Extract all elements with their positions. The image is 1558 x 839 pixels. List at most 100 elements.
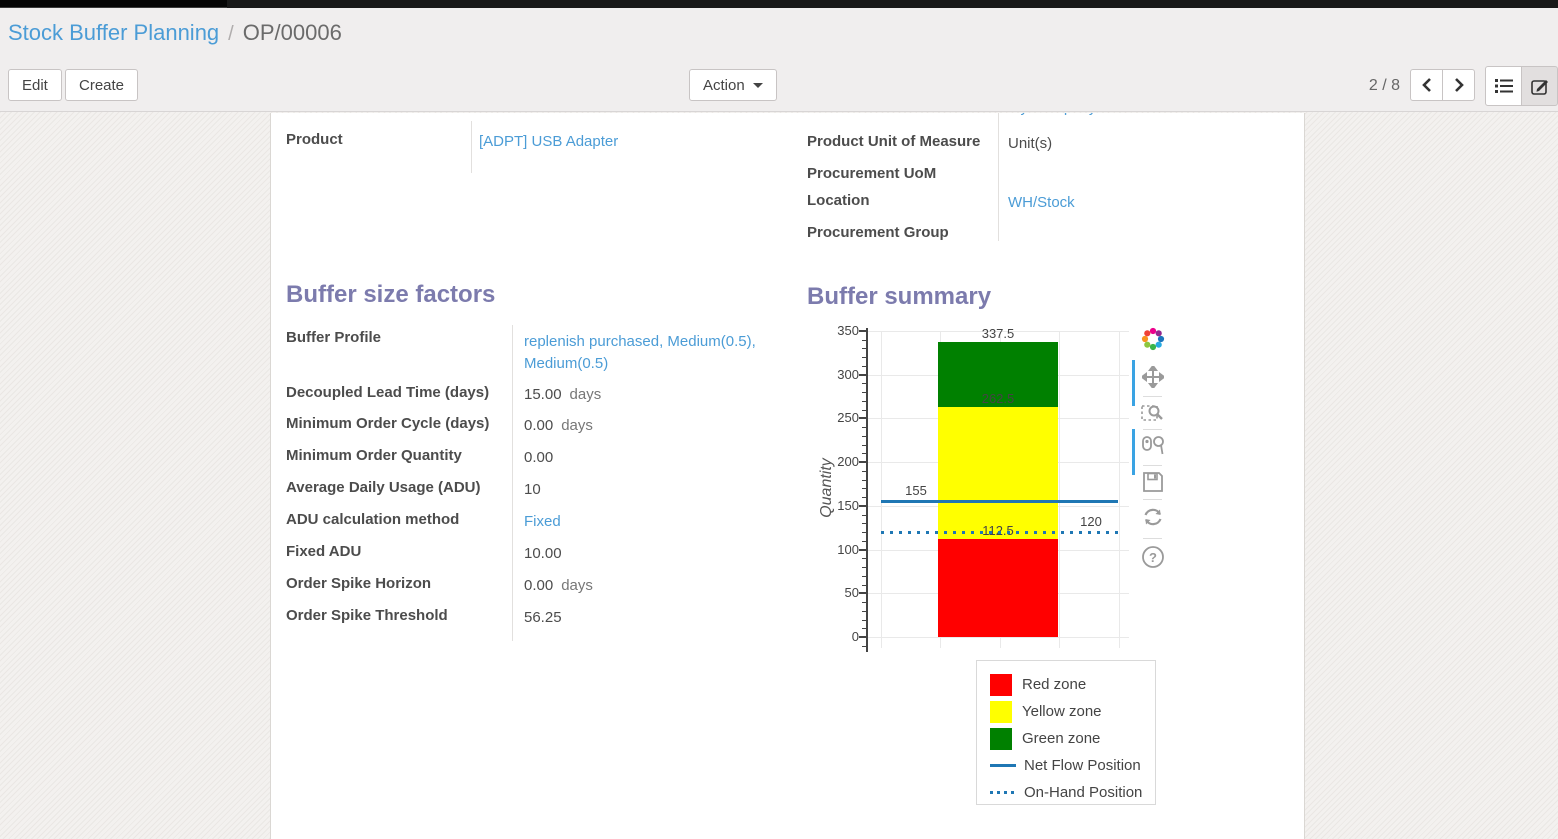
chart-legend: Red zone Yellow zone Green zone Net Flow… <box>976 660 1156 805</box>
y-minor-tick <box>862 340 867 341</box>
y-minor-tick <box>862 523 867 524</box>
zone-red-zone <box>938 539 1058 637</box>
legend-item-on-hand-position[interactable]: On-Hand Position <box>977 779 1155 806</box>
svg-text:?: ? <box>1149 550 1157 565</box>
y-minor-tick <box>862 620 867 621</box>
chevron-left-icon <box>1421 78 1433 92</box>
y-tick-label: 0 <box>817 629 859 644</box>
product-value-link[interactable]: [ADPT] USB Adapter <box>479 133 618 150</box>
on-hand-position-label: 120 <box>1066 514 1116 529</box>
y-minor-tick <box>862 532 867 533</box>
list-icon <box>1495 78 1513 94</box>
y-minor-tick <box>862 453 867 454</box>
y-major-tick <box>859 374 867 376</box>
edit-button[interactable]: Edit <box>8 69 62 101</box>
y-minor-tick <box>862 515 867 516</box>
on-hand-position-line <box>881 531 1118 534</box>
pager-previous-button[interactable] <box>1410 69 1443 101</box>
min-order-cycle-value: 0.00days <box>524 417 593 434</box>
modebar-separator <box>1143 499 1162 500</box>
y-major-tick <box>859 549 867 551</box>
y-tick-label: 300 <box>817 367 859 382</box>
clipped-company-value[interactable]: My Company <box>1008 113 1096 116</box>
breadcrumb-separator: / <box>228 23 234 45</box>
form-edit-icon <box>1531 78 1549 95</box>
y-minor-tick <box>862 348 867 349</box>
yellow-zone-swatch <box>990 701 1012 723</box>
help-icon[interactable]: ? <box>1139 544 1167 570</box>
list-view-button[interactable] <box>1485 66 1522 106</box>
y-major-tick <box>859 330 867 332</box>
pan-icon[interactable] <box>1139 364 1167 390</box>
legend-item-net-flow-position[interactable]: Net Flow Position <box>977 752 1155 779</box>
pager-next-button[interactable] <box>1442 69 1475 101</box>
order-spike-horizon-value: 0.00days <box>524 577 593 594</box>
grid-line <box>1000 331 1001 648</box>
zone-top-label: 112.5 <box>958 523 1038 538</box>
adu-label: Average Daily Usage (ADU) <box>286 479 481 496</box>
y-minor-tick <box>862 410 867 411</box>
breadcrumb-parent-link[interactable]: Stock Buffer Planning <box>8 20 219 45</box>
y-minor-tick <box>862 445 867 446</box>
y-minor-tick <box>862 488 867 489</box>
save-icon[interactable] <box>1139 469 1167 495</box>
box-zoom-icon[interactable] <box>1139 400 1167 426</box>
grid-line <box>867 593 1129 594</box>
decoupled-lead-time-value: 15.00days <box>524 386 601 403</box>
grid-line <box>867 418 1129 419</box>
product-uom-label: Product Unit of Measure <box>807 133 980 150</box>
y-axis-line <box>866 328 868 652</box>
on-hand-dotted-swatch <box>990 791 1016 794</box>
grid-line <box>1119 331 1120 648</box>
form-view-button[interactable] <box>1521 66 1558 106</box>
modebar-active-indicator <box>1132 360 1135 406</box>
order-spike-horizon-label: Order Spike Horizon <box>286 575 431 592</box>
product-uom-value: Unit(s) <box>1008 135 1052 152</box>
y-minor-tick <box>862 401 867 402</box>
action-dropdown-button[interactable]: Action <box>689 69 777 101</box>
y-minor-tick <box>862 357 867 358</box>
reset-axes-icon[interactable] <box>1139 504 1167 530</box>
red-zone-swatch <box>990 674 1012 696</box>
plotly-logo-icon[interactable] <box>1139 326 1167 352</box>
y-minor-tick <box>862 628 867 629</box>
compare-hover-icon[interactable] <box>1139 433 1167 459</box>
field-separator <box>998 113 999 241</box>
legend-item-red-zone[interactable]: Red zone <box>977 671 1155 698</box>
y-minor-tick <box>862 541 867 542</box>
y-minor-tick <box>862 383 867 384</box>
top-menu-bar-segment <box>0 0 227 8</box>
decoupled-lead-time-label: Decoupled Lead Time (days) <box>286 384 489 401</box>
green-zone-swatch <box>990 728 1012 750</box>
adu-method-label: ADU calculation method <box>286 511 459 528</box>
min-order-cycle-label: Minimum Order Cycle (days) <box>286 415 489 432</box>
legend-item-yellow-zone[interactable]: Yellow zone <box>977 698 1155 725</box>
y-tick-label: 150 <box>817 498 859 513</box>
product-label: Product <box>286 131 343 148</box>
location-value-link[interactable]: WH/Stock <box>1008 194 1075 211</box>
grid-line <box>881 331 882 648</box>
y-minor-tick <box>862 436 867 437</box>
y-axis-title: Quantity <box>818 428 836 548</box>
fixed-adu-value: 10.00 <box>524 545 562 562</box>
stock-buffer-planning-page: Stock Buffer Planning/OP/00006 Edit Crea… <box>0 0 1558 839</box>
buffer-profile-label: Buffer Profile <box>286 329 381 346</box>
adu-method-value-link[interactable]: Fixed <box>524 513 561 530</box>
grid-line <box>867 331 1129 332</box>
y-minor-tick <box>862 392 867 393</box>
adu-value: 10 <box>524 481 541 498</box>
legend-item-green-zone[interactable]: Green zone <box>977 725 1155 752</box>
create-button[interactable]: Create <box>65 69 138 101</box>
grid-line <box>867 375 1129 376</box>
y-tick-label: 200 <box>817 454 859 469</box>
buffer-profile-value-link[interactable]: replenish purchased, Medium(0.5), Medium… <box>524 331 782 375</box>
y-tick-label: 50 <box>817 585 859 600</box>
pager-buttons <box>1410 69 1475 101</box>
y-minor-tick <box>862 480 867 481</box>
modebar-separator <box>1143 465 1162 466</box>
modebar-separator <box>1143 429 1162 430</box>
y-major-tick <box>859 592 867 594</box>
order-spike-threshold-value: 56.25 <box>524 609 562 626</box>
zone-top-label: 262.5 <box>958 391 1038 406</box>
fixed-adu-label: Fixed ADU <box>286 543 361 560</box>
